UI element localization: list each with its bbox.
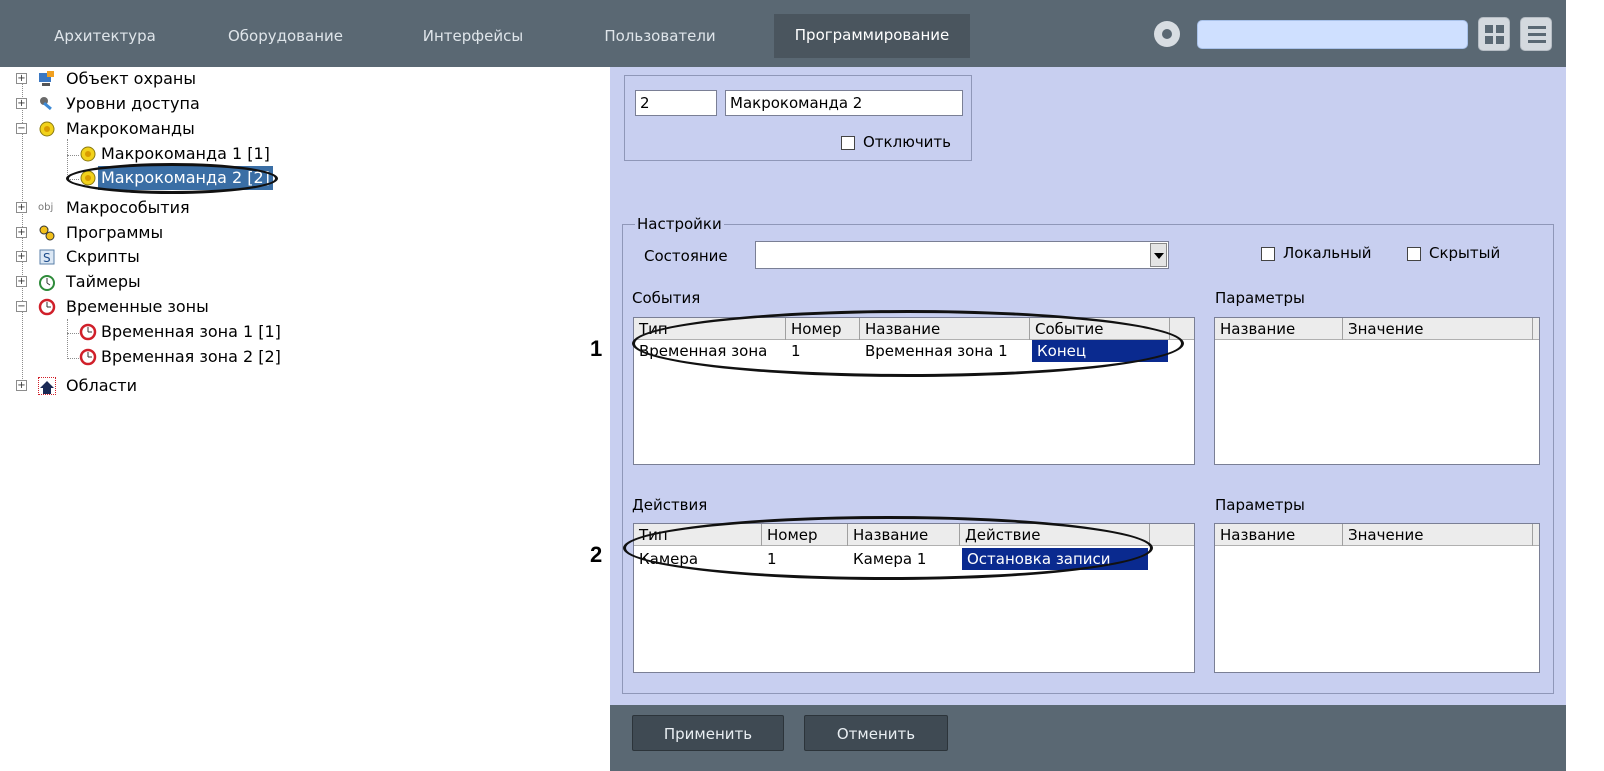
tab-architecture[interactable]: Архитектура <box>40 17 170 55</box>
key-icon <box>38 95 56 113</box>
callout-number-2: 2 <box>590 542 603 567</box>
svg-text:S: S <box>43 251 51 265</box>
tab-programming[interactable]: Программирование <box>774 14 970 58</box>
hidden-checkbox[interactable] <box>1407 247 1421 261</box>
expand-icon[interactable]: + <box>16 227 27 238</box>
tree-item-label: Макрокоманды <box>66 119 195 138</box>
home-icon <box>38 377 56 395</box>
column-header[interactable]: Название <box>1215 524 1343 546</box>
disable-label: Отключить <box>863 133 952 151</box>
object-header-box: 2 Макрокоманда 2 Отключить <box>624 75 972 161</box>
tree-line <box>67 319 68 359</box>
menu-icon <box>1528 26 1546 44</box>
state-select[interactable] <box>755 241 1169 269</box>
settings-groupbox: Настройки Состояние Локальный Скрытый Со… <box>622 215 1554 694</box>
tree-line <box>67 139 68 179</box>
event-params-title: Параметры <box>1215 289 1305 307</box>
tree-item-label: Области <box>66 376 138 395</box>
tree-item-label: Временная зона 1 [1] <box>101 322 281 341</box>
bottom-action-bar: Применить Отменить <box>610 705 1566 771</box>
tree-item-label: Временные зоны <box>66 297 209 316</box>
object-tree: + Объект охраны + Уровни доступа − Макро… <box>0 67 610 771</box>
highlight-ellipse <box>623 516 1153 580</box>
search-input[interactable] <box>1197 20 1468 49</box>
tab-users[interactable]: Пользователи <box>585 17 735 55</box>
macro-icon <box>79 145 97 163</box>
timer-icon <box>38 273 56 291</box>
tab-equipment[interactable]: Оборудование <box>218 17 353 55</box>
tab-interfaces[interactable]: Интерфейсы <box>408 17 538 55</box>
expand-icon[interactable]: + <box>16 98 27 109</box>
expand-icon[interactable]: + <box>16 276 27 287</box>
action-params-table[interactable]: Название Значение <box>1214 523 1540 673</box>
layout-button[interactable] <box>1478 17 1510 51</box>
event-params-table[interactable]: Название Значение <box>1214 317 1540 465</box>
local-checkbox[interactable] <box>1261 247 1275 261</box>
tree-item-label: Скрипты <box>66 247 140 266</box>
tree-item-label: Программы <box>66 223 164 242</box>
computer-icon <box>38 70 56 88</box>
state-label: Состояние <box>644 247 728 265</box>
clock-icon <box>79 323 97 341</box>
cancel-button[interactable]: Отменить <box>804 715 948 751</box>
column-header[interactable]: Значение <box>1343 318 1533 340</box>
tree-item-label: Временная зона 2 [2] <box>101 347 281 366</box>
object-name-field[interactable]: Макрокоманда 2 <box>725 90 963 116</box>
apply-button[interactable]: Применить <box>632 715 784 751</box>
collapse-icon[interactable]: − <box>16 123 27 134</box>
grid-icon <box>1485 25 1505 44</box>
clock-icon <box>38 298 56 316</box>
disable-checkbox[interactable] <box>841 136 855 150</box>
tree-line <box>67 358 79 359</box>
object-id-field[interactable]: 2 <box>635 90 717 116</box>
action-params-title: Параметры <box>1215 496 1305 514</box>
tree-item-label: Макрособытия <box>66 198 190 217</box>
expand-icon[interactable]: + <box>16 202 27 213</box>
expand-icon[interactable]: + <box>16 251 27 262</box>
state-value <box>756 244 761 266</box>
tree-item-label: Таймеры <box>66 272 141 291</box>
actions-title: Действия <box>632 496 708 514</box>
settings-panel: 2 Макрокоманда 2 Отключить Настройки Сос… <box>610 67 1566 705</box>
menu-button[interactable] <box>1520 17 1552 51</box>
highlight-ellipse <box>632 310 1184 377</box>
callout-number-1: 1 <box>590 336 603 361</box>
tree-item-label: Объект охраны <box>66 69 196 88</box>
settings-legend: Настройки <box>635 215 724 233</box>
expand-icon[interactable]: + <box>16 73 27 84</box>
tree-item-label: Уровни доступа <box>66 94 200 113</box>
top-tab-bar: Архитектура Оборудование Интерфейсы Поль… <box>0 0 1566 67</box>
collapse-icon[interactable]: − <box>16 301 27 312</box>
highlight-ellipse <box>66 163 278 194</box>
local-label: Локальный <box>1283 244 1372 262</box>
action-params-header: Название Значение <box>1215 524 1539 546</box>
events-title: События <box>632 289 701 307</box>
expand-icon[interactable]: + <box>16 380 27 391</box>
column-header[interactable]: Название <box>1215 318 1343 340</box>
obj-icon: obj <box>38 202 54 213</box>
event-params-header: Название Значение <box>1215 318 1539 340</box>
gear-icon[interactable] <box>1154 21 1180 47</box>
chevron-down-icon[interactable] <box>1150 243 1167 267</box>
tree-line <box>67 333 79 334</box>
script-icon: S <box>38 248 56 266</box>
macro-icon <box>38 120 56 138</box>
program-icon <box>38 224 56 242</box>
tree-line <box>67 155 79 156</box>
column-header[interactable]: Значение <box>1343 524 1533 546</box>
hidden-label: Скрытый <box>1429 244 1501 262</box>
clock-icon <box>79 348 97 366</box>
